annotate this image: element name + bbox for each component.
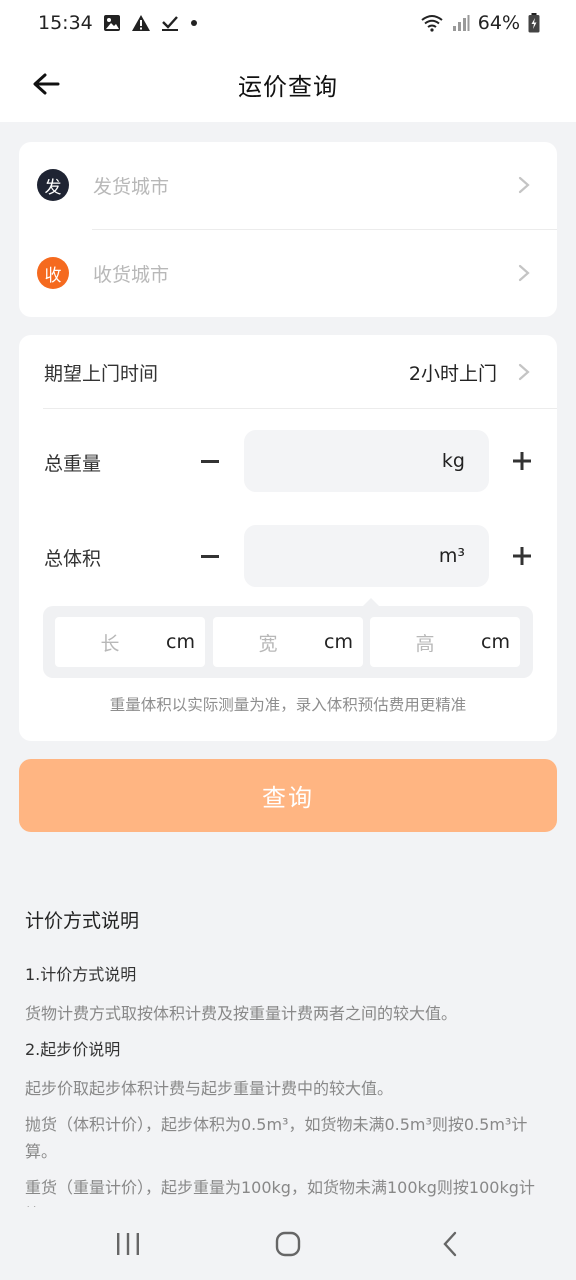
pickup-time-value: 2小时上门 xyxy=(408,363,497,385)
measurement-hint: 重量体积以实际测量为准，录入体积预估费用更精准 xyxy=(109,696,467,714)
plus-icon xyxy=(513,452,531,470)
plus-icon xyxy=(513,547,531,565)
warning-icon xyxy=(131,14,151,32)
weight-plus-button[interactable] xyxy=(505,444,539,478)
chevron-right-icon xyxy=(517,363,531,381)
status-right: 64% xyxy=(420,12,540,34)
pricing-explanation: 计价方式说明 1.计价方式说明 货物计费方式取按体积计费及按重量计费两者之间的较… xyxy=(25,906,545,1237)
chevron-right-icon xyxy=(517,264,531,282)
back-nav-icon xyxy=(443,1231,457,1257)
wifi-icon xyxy=(420,14,444,32)
height-placeholder: 高 xyxy=(415,632,435,655)
recv-badge: 收 xyxy=(37,257,69,289)
details-card: 期望上门时间 2小时上门 总重量 kg 总体积 m³ 长 cm 宽 cm 高 c… xyxy=(19,335,557,741)
page-title: 运价查询 xyxy=(238,72,338,101)
section-text: 抛货（体积计价），起步体积为0.5m³，如货物未满0.5m³则按0.5m³计算。 xyxy=(25,1115,528,1161)
section-heading: 1.计价方式说明 xyxy=(25,965,137,984)
minus-icon xyxy=(201,555,219,558)
query-button[interactable]: 查询 xyxy=(19,759,557,832)
pricing-title: 计价方式说明 xyxy=(25,910,140,932)
battery-percent: 64% xyxy=(477,12,520,34)
status-bar: 15:34 64% xyxy=(0,0,576,46)
weight-label: 总重量 xyxy=(44,453,102,475)
volume-minus-button[interactable] xyxy=(193,539,227,573)
pickup-time-label: 期望上门时间 xyxy=(44,363,159,385)
length-input[interactable]: 长 cm xyxy=(55,617,205,667)
home-icon xyxy=(275,1231,301,1257)
dot-icon xyxy=(189,18,199,28)
height-input[interactable]: 高 cm xyxy=(370,617,520,667)
dimensions-box: 长 cm 宽 cm 高 cm xyxy=(43,606,533,678)
route-card: 发 发货城市 收 收货城市 xyxy=(19,142,557,317)
dims-pointer xyxy=(363,598,379,606)
send-city-row[interactable]: 发 发货城市 xyxy=(19,142,557,228)
send-badge: 发 xyxy=(37,169,69,201)
app-header: 运价查询 xyxy=(0,46,576,122)
recv-city-placeholder: 收货城市 xyxy=(93,263,170,286)
volume-unit: m³ xyxy=(438,545,465,567)
recv-city-row[interactable]: 收 收货城市 xyxy=(19,230,557,316)
back-button[interactable] xyxy=(26,64,66,104)
back-arrow-icon xyxy=(33,73,60,95)
volume-input[interactable]: m³ xyxy=(244,525,489,587)
width-unit: cm xyxy=(324,631,353,653)
send-city-placeholder: 发货城市 xyxy=(93,175,170,198)
volume-plus-button[interactable] xyxy=(505,539,539,573)
section-heading: 2.起步价说明 xyxy=(25,1040,121,1059)
length-placeholder: 长 xyxy=(100,632,120,655)
width-input[interactable]: 宽 cm xyxy=(213,617,363,667)
length-unit: cm xyxy=(166,631,195,653)
divider xyxy=(43,408,557,409)
task-check-icon xyxy=(161,14,179,32)
chevron-right-icon xyxy=(517,176,531,194)
minus-icon xyxy=(201,460,219,463)
height-unit: cm xyxy=(481,631,510,653)
status-time: 15:34 xyxy=(38,12,93,34)
recents-button[interactable] xyxy=(108,1227,148,1261)
system-nav-bar xyxy=(0,1207,576,1280)
width-placeholder: 宽 xyxy=(258,632,278,655)
signal-icon xyxy=(452,14,470,32)
image-icon xyxy=(103,14,121,32)
recents-icon xyxy=(117,1233,139,1255)
volume-row: 总体积 m³ xyxy=(19,525,557,587)
volume-label: 总体积 xyxy=(44,548,102,570)
battery-icon xyxy=(528,13,540,33)
weight-row: 总重量 kg xyxy=(19,430,557,492)
section-text: 起步价取起步体积计费与起步重量计费中的较大值。 xyxy=(25,1079,394,1098)
status-left: 15:34 xyxy=(38,12,199,34)
weight-unit: kg xyxy=(441,450,465,472)
home-button[interactable] xyxy=(268,1227,308,1261)
weight-input[interactable]: kg xyxy=(244,430,489,492)
pickup-time-row[interactable]: 期望上门时间 2小时上门 xyxy=(19,335,557,408)
section-text: 货物计费方式取按体积计费及按重量计费两者之间的较大值。 xyxy=(25,1004,458,1023)
weight-minus-button[interactable] xyxy=(193,444,227,478)
nav-back-button[interactable] xyxy=(430,1227,470,1261)
